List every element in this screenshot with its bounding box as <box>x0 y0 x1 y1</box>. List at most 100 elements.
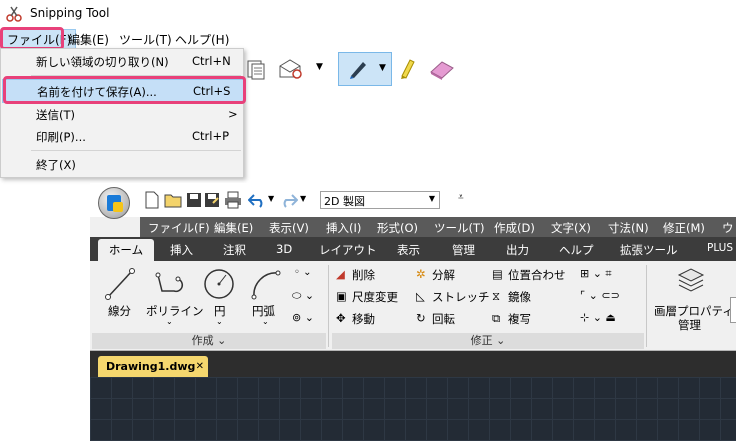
cad-menu-window[interactable]: ウ <box>722 220 734 236</box>
menu-item-label: 新しい領域の切り取り(N) <box>36 55 169 69</box>
layer-manage-label[interactable]: 管理 <box>678 317 701 333</box>
ellipse-tool-icon[interactable]: ⬭ ⌄ <box>292 289 314 303</box>
eraser-icon[interactable] <box>428 58 456 80</box>
tab-home[interactable]: ホーム <box>98 239 154 261</box>
arc-tool-icon[interactable] <box>250 267 282 301</box>
cad-menu-edit[interactable]: 編集(E) <box>214 220 253 236</box>
ribbon-tabs: ホーム 挿入 注釈 3D レイアウト 表示 管理 出力 ヘルプ 拡張ツール PL… <box>90 237 736 261</box>
menu-item-print[interactable]: 印刷(P)... Ctrl+P <box>2 125 242 147</box>
tab-output[interactable]: 出力 <box>506 242 529 258</box>
cad-menu-modify[interactable]: 修正(M) <box>663 220 705 236</box>
move-tool-label[interactable]: 移動 <box>352 311 375 327</box>
copy-icon[interactable] <box>246 58 266 80</box>
tab-help[interactable]: ヘルプ <box>559 242 594 258</box>
snipping-tool-titlebar: Snipping Tool <box>0 0 736 28</box>
scale-icon[interactable]: ▣ <box>336 289 347 303</box>
undo-dropdown-icon[interactable]: ▼ <box>268 194 274 203</box>
tab-view[interactable]: 表示 <box>397 242 420 258</box>
copy-tool-label[interactable]: 複写 <box>508 311 531 327</box>
mirror-icon[interactable]: ⧖ <box>492 289 500 304</box>
erase-tool-label[interactable]: 削除 <box>352 267 375 283</box>
menu-edit[interactable]: 編集(E) <box>68 31 109 48</box>
stretch-tool-label[interactable]: ストレッチ <box>432 289 490 305</box>
trim-icon[interactable]: ⊹ ⌄ ⏏ <box>580 311 616 324</box>
print-icon[interactable] <box>224 191 242 209</box>
chevron-down-icon: ▼ <box>428 194 435 203</box>
tab-manage[interactable]: 管理 <box>452 242 475 258</box>
polyline-dropdown-icon[interactable]: ⌄ <box>166 317 173 326</box>
send-email-icon[interactable] <box>278 58 304 80</box>
menu-item-exit[interactable]: 終了(X) <box>2 153 242 175</box>
document-tabs: Drawing1.dwg ✕ <box>90 351 736 377</box>
align-tool-label[interactable]: 位置合わせ <box>508 267 566 283</box>
cad-menu-dimension[interactable]: 寸法(N) <box>608 220 649 236</box>
pen-icon <box>350 62 366 79</box>
line-tool-icon[interactable] <box>104 267 136 301</box>
stretch-icon[interactable]: ◺ <box>416 289 425 303</box>
draw-panel-title[interactable]: 作成 ⌄ <box>92 333 326 349</box>
modify-panel-title[interactable]: 修正 ⌄ <box>332 333 644 349</box>
tab-insert[interactable]: 挿入 <box>170 242 193 258</box>
cad-menu-insert[interactable]: 挿入(I) <box>326 220 361 236</box>
point-tool-icon[interactable]: ◦ ⌄ <box>294 267 311 278</box>
explode-icon[interactable]: ✲ <box>416 267 426 281</box>
customize-toolbar-icon[interactable]: ⩡ <box>458 192 464 203</box>
app-menu-button[interactable] <box>98 187 130 219</box>
open-folder-icon[interactable] <box>164 191 182 209</box>
hatch-tool-icon[interactable]: ⊚ ⌄ <box>292 311 314 324</box>
cad-menu-text[interactable]: 文字(X) <box>551 220 591 236</box>
tab-annotate[interactable]: 注釈 <box>223 242 246 258</box>
cad-menu-draw[interactable]: 作成(D) <box>494 220 535 236</box>
array-icon[interactable]: ⊞ ⌄ ⌗ <box>580 267 612 281</box>
scale-tool-label[interactable]: 尺度変更 <box>352 289 398 305</box>
menu-item-send[interactable]: 送信(T) > <box>2 103 242 125</box>
cad-menu-view[interactable]: 表示(V) <box>269 220 309 236</box>
rotate-tool-label[interactable]: 回転 <box>432 311 455 327</box>
rotate-icon[interactable]: ↻ <box>416 311 426 325</box>
menu-item-new-snip[interactable]: 新しい領域の切り取り(N) Ctrl+N <box>2 50 242 72</box>
erase-icon[interactable]: ◢ <box>336 267 345 281</box>
explode-tool-label[interactable]: 分解 <box>432 267 455 283</box>
cad-menu-file[interactable]: ファイル(F) <box>148 220 210 236</box>
menu-item-shortcut: Ctrl+N <box>192 54 231 68</box>
mirror-tool-label[interactable]: 鏡像 <box>508 289 531 305</box>
window-title: Snipping Tool <box>30 6 110 20</box>
undo-icon[interactable] <box>248 192 266 208</box>
new-file-icon[interactable] <box>144 191 160 209</box>
save-icon[interactable] <box>186 191 202 209</box>
tab-3d[interactable]: 3D <box>276 242 292 256</box>
pen-dropdown-arrow-icon[interactable]: ▼ <box>379 63 386 73</box>
cad-menu-format[interactable]: 形式(O) <box>377 220 418 236</box>
line-tool-label[interactable]: 線分 <box>108 303 131 319</box>
document-tab-drawing1[interactable]: Drawing1.dwg ✕ <box>98 356 208 377</box>
save-as-icon[interactable] <box>204 191 220 209</box>
arc-dropdown-icon[interactable]: ⌄ <box>262 317 269 326</box>
close-icon[interactable]: ✕ <box>196 356 204 377</box>
redo-dropdown-icon[interactable]: ▼ <box>300 194 306 203</box>
ribbon-home: 線分 ポリライン ⌄ 円 ⌄ 円弧 ⌄ ◦ ⌄ ⬭ ⌄ ⊚ ⌄ 作成 ⌄ ◢ 削… <box>90 261 736 351</box>
redo-icon[interactable] <box>280 192 298 208</box>
align-icon[interactable]: ▤ <box>492 267 503 281</box>
polyline-tool-label[interactable]: ポリライン <box>146 303 204 319</box>
tab-plus[interactable]: PLUS <box>707 242 733 254</box>
workspace-select[interactable]: 2D 製図 ▼ <box>320 191 440 209</box>
email-dropdown-arrow-icon[interactable]: ▼ <box>316 62 323 72</box>
scissors-icon <box>6 6 22 22</box>
fillet-icon[interactable]: ⌜ ⌄ ⊂⊃ <box>580 289 620 302</box>
tab-extensions[interactable]: 拡張ツール <box>620 242 678 258</box>
document-tab-label: Drawing1.dwg <box>106 360 196 373</box>
circle-dropdown-icon[interactable]: ⌄ <box>216 317 223 326</box>
drawing-canvas[interactable] <box>90 377 736 441</box>
layer-properties-icon[interactable] <box>676 267 706 295</box>
copy-tool-icon[interactable]: ⧉ <box>492 311 500 326</box>
polyline-tool-icon[interactable] <box>152 267 184 301</box>
pen-button[interactable]: ▼ <box>338 52 392 86</box>
menu-tools[interactable]: ツール(T) <box>119 31 172 48</box>
cad-menu-tools[interactable]: ツール(T) <box>434 220 485 236</box>
highlighter-icon[interactable] <box>398 56 418 80</box>
circle-tool-icon[interactable] <box>202 267 236 301</box>
move-icon[interactable]: ✥ <box>336 311 346 325</box>
layer-dropdown[interactable] <box>730 297 736 323</box>
menu-help[interactable]: ヘルプ(H) <box>175 31 229 48</box>
tab-layout[interactable]: レイアウト <box>319 242 377 258</box>
